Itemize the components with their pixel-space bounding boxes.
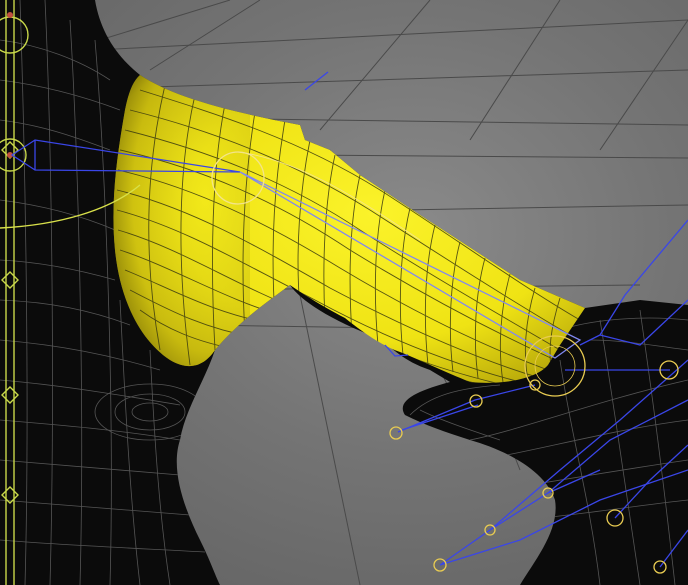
3d-viewport[interactable] <box>0 0 688 585</box>
joint-icon[interactable] <box>389 426 403 440</box>
viewport-canvas[interactable] <box>0 0 688 585</box>
selected-arm-mesh[interactable] <box>100 70 586 390</box>
